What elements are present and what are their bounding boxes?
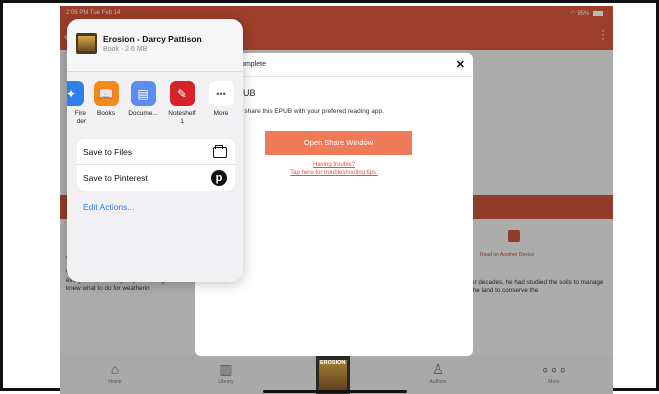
open-share-window-button[interactable]: Open Share Window: [265, 131, 412, 155]
close-icon[interactable]: ✕: [456, 58, 465, 71]
share-item-meta: Book · 2.6 MB: [103, 46, 148, 53]
fire-reader-icon: ✦: [67, 81, 84, 106]
modal-subtitle: UB: [243, 88, 256, 98]
share-app-documents[interactable]: ▤ Docume...: [128, 81, 158, 118]
share-item-title: Erosion - Darcy Pattison: [103, 34, 202, 44]
book-thumbnail: [76, 33, 97, 54]
cover-title: EROSION: [320, 360, 346, 366]
share-app-noteshelf[interactable]: ✎ Noteshelf 1: [167, 81, 197, 126]
share-app-label: Docume...: [128, 110, 158, 117]
share-app-label: Books: [96, 110, 116, 117]
action-label: Save to Files: [83, 147, 133, 157]
share-app-more[interactable]: ••• More: [206, 81, 236, 118]
more-icon: •••: [208, 81, 234, 106]
action-label: Save to Pinterest: [83, 173, 148, 183]
share-apps-row: ✦ Fire der 📖 Books ▤ Docume... ✎ Noteshe…: [67, 81, 243, 141]
divider: [67, 71, 243, 72]
share-app-label: Fire der: [74, 110, 86, 125]
ipad-screen: 2:05 PM Tue Feb 14 ◠ 95% ‹ ··· Read on A…: [60, 6, 613, 394]
folder-icon: [213, 145, 227, 158]
share-app-label: More: [213, 110, 229, 117]
share-sheet-header: Erosion - Darcy Pattison Book · 2.6 MB: [67, 19, 243, 71]
modal-instructions: o share this EPUB with your prefered rea…: [239, 108, 384, 115]
books-icon: 📖: [93, 81, 119, 106]
documents-icon: ▤: [130, 81, 156, 106]
share-app-label: Noteshelf 1: [168, 110, 196, 125]
save-to-files-action[interactable]: Save to Files: [77, 139, 235, 165]
edit-actions-link[interactable]: Edit Actions...: [83, 202, 135, 212]
noteshelf-icon: ✎: [169, 81, 195, 106]
save-to-pinterest-action[interactable]: Save to Pinterest p: [77, 165, 235, 191]
share-app-books[interactable]: 📖 Books: [91, 81, 121, 118]
share-sheet: Erosion - Darcy Pattison Book · 2.6 MB ✦…: [67, 19, 243, 282]
share-actions-list: Save to Files Save to Pinterest p: [77, 139, 235, 191]
share-app-fire-reader[interactable]: ✦ Fire der: [67, 81, 86, 126]
pinterest-icon: p: [211, 170, 227, 186]
screenshot-frame: 2:05 PM Tue Feb 14 ◠ 95% ‹ ··· Read on A…: [0, 0, 659, 394]
home-indicator: [263, 390, 407, 393]
